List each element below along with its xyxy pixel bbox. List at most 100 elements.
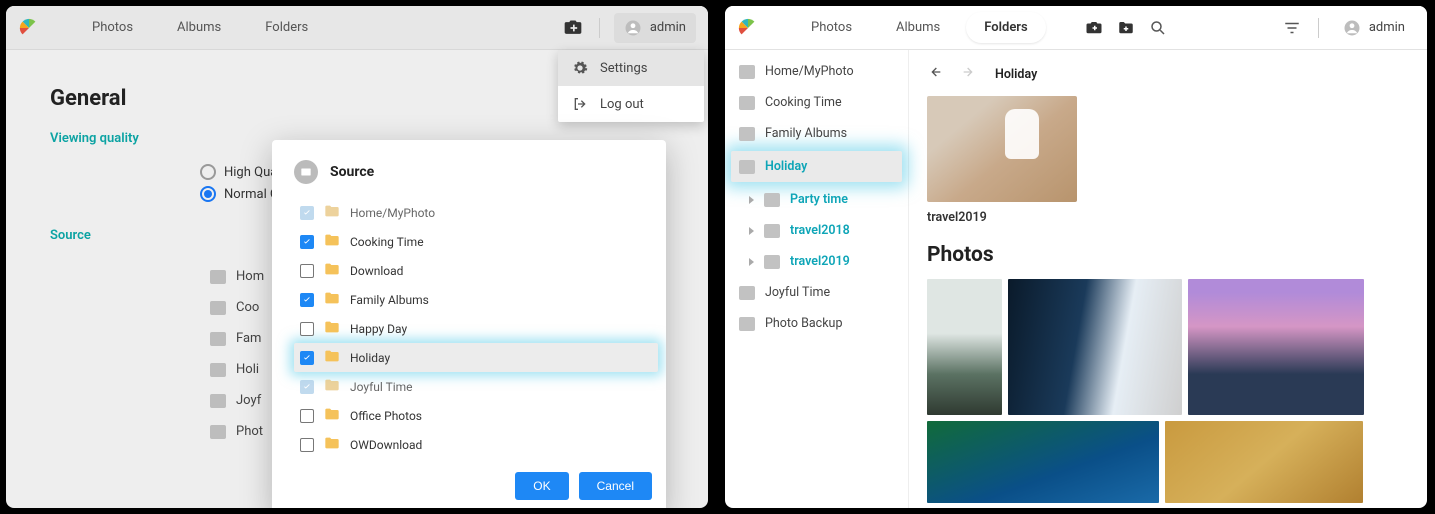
nav-albums[interactable]: Albums xyxy=(159,12,239,43)
folder-label: Office Photos xyxy=(350,409,422,423)
radio-icon xyxy=(200,186,216,202)
new-folder-icon[interactable] xyxy=(1114,16,1138,40)
source-folder-row[interactable]: Family Albums xyxy=(294,285,658,314)
folder-label: Home/MyPhoto xyxy=(350,206,435,220)
settings-window: Photos Albums Folders admin Settings Log… xyxy=(6,6,708,508)
sidebar-folder-item[interactable]: Party time xyxy=(725,184,908,215)
folder-icon xyxy=(210,363,226,377)
user-dropdown: Settings Log out xyxy=(558,50,704,122)
user-menu-button[interactable]: admin xyxy=(614,13,696,43)
source-folder-row[interactable]: Happy Day xyxy=(294,314,658,343)
sidebar-item-label: travel2019 xyxy=(790,254,850,269)
sidebar-folder-item[interactable]: Family Albums xyxy=(725,118,908,149)
checkbox[interactable] xyxy=(300,351,314,365)
source-folder-row[interactable]: Download xyxy=(294,256,658,285)
folder-label: OWDownload xyxy=(350,438,422,452)
source-folder-row[interactable]: Cooking Time xyxy=(294,227,658,256)
sidebar-item-label: Home/MyPhoto xyxy=(765,64,854,79)
settings-menu-item[interactable]: Settings xyxy=(558,50,704,86)
sidebar-folder-item[interactable]: Joyful Time xyxy=(725,277,908,308)
checkbox[interactable] xyxy=(300,409,314,423)
user-name: admin xyxy=(650,20,686,35)
app-logo-icon xyxy=(18,17,40,39)
nav-photos[interactable]: Photos xyxy=(74,12,151,43)
sidebar-item-label: Holiday xyxy=(765,159,807,174)
source-folder-row[interactable]: Joyful Time xyxy=(294,372,658,401)
dialog-body[interactable]: Home/MyPhoto Cooking Time Download Family A… xyxy=(272,196,666,462)
folder-main: Holiday travel2019 Photos xyxy=(909,50,1427,508)
source-dialog-icon xyxy=(294,160,318,184)
folder-icon xyxy=(324,204,340,221)
folder-icon xyxy=(324,349,340,366)
checkbox[interactable] xyxy=(300,206,314,220)
folder-icon xyxy=(210,425,226,439)
subfolder-tile[interactable]: travel2019 xyxy=(927,96,1077,225)
checkbox[interactable] xyxy=(300,322,314,336)
subfolder-thumbnail xyxy=(927,96,1077,202)
folder-icon xyxy=(210,394,226,408)
dialog-title: Source xyxy=(330,164,374,180)
checkbox[interactable] xyxy=(300,264,314,278)
folder-label: Cooking Time xyxy=(350,235,424,249)
folder-icon xyxy=(324,291,340,308)
sidebar-folder-item[interactable]: Home/MyPhoto xyxy=(725,56,908,87)
photo-thumbnail[interactable] xyxy=(1008,279,1182,415)
folder-icon xyxy=(324,262,340,279)
tree-expand-icon xyxy=(749,258,754,266)
user-menu-button[interactable]: admin xyxy=(1333,13,1415,43)
dialog-header: Source xyxy=(272,140,666,196)
nav-photos[interactable]: Photos xyxy=(793,12,870,43)
breadcrumb-title: Holiday xyxy=(995,67,1037,82)
folders-window: Photos Albums Folders admin Home/MyPhoto… xyxy=(725,6,1427,508)
source-folder-row[interactable]: Holiday xyxy=(294,343,658,372)
checkbox[interactable] xyxy=(300,438,314,452)
folder-icon xyxy=(210,332,226,346)
sidebar-item-label: travel2018 xyxy=(790,223,850,238)
source-folder-row[interactable]: OWDownload xyxy=(294,430,658,459)
folder-label: Happy Day xyxy=(350,322,407,336)
folder-icon xyxy=(324,436,340,453)
sidebar-item-label: Family Albums xyxy=(765,126,847,141)
nav-albums[interactable]: Albums xyxy=(878,12,958,43)
checkbox[interactable] xyxy=(300,293,314,307)
breadcrumb-bar: Holiday xyxy=(927,60,1409,96)
folder-sidebar: Home/MyPhoto Cooking Time Family Albums Hol… xyxy=(725,50,909,508)
upload-photo-icon[interactable] xyxy=(1082,16,1106,40)
folder-icon xyxy=(324,320,340,337)
folder-icon xyxy=(764,193,780,207)
photo-thumbnail[interactable] xyxy=(1165,421,1363,503)
source-folder-row[interactable]: Home/MyPhoto xyxy=(294,198,658,227)
folder-label: Family Albums xyxy=(350,293,429,307)
checkbox[interactable] xyxy=(300,380,314,394)
folder-icon xyxy=(324,407,340,424)
ok-button[interactable]: OK xyxy=(515,472,568,500)
checkbox[interactable] xyxy=(300,235,314,249)
sidebar-item-label: Party time xyxy=(790,192,848,207)
folder-icon xyxy=(764,224,780,238)
photo-thumbnail[interactable] xyxy=(927,279,1002,415)
folder-icon xyxy=(210,270,226,284)
sidebar-folder-item[interactable]: Holiday xyxy=(731,151,902,182)
logout-menu-item[interactable]: Log out xyxy=(558,86,704,122)
upload-photo-icon[interactable] xyxy=(561,16,585,40)
nav-folders[interactable]: Folders xyxy=(966,12,1045,43)
sidebar-folder-item[interactable]: travel2018 xyxy=(725,215,908,246)
source-folder-row[interactable]: Office Photos xyxy=(294,401,658,430)
user-name: admin xyxy=(1369,20,1405,35)
search-icon[interactable] xyxy=(1146,16,1170,40)
forward-arrow-icon xyxy=(961,64,977,84)
tree-expand-icon xyxy=(749,196,754,204)
folder-icon xyxy=(739,317,755,331)
nav-folders[interactable]: Folders xyxy=(247,12,326,43)
photo-thumbnail[interactable] xyxy=(1188,279,1364,415)
topbar: Photos Albums Folders admin xyxy=(725,6,1427,50)
sidebar-folder-item[interactable]: Cooking Time xyxy=(725,87,908,118)
sidebar-folder-item[interactable]: Photo Backup xyxy=(725,308,908,339)
folder-icon xyxy=(324,233,340,250)
folder-icon xyxy=(739,65,755,79)
back-arrow-icon[interactable] xyxy=(927,64,943,84)
sidebar-folder-item[interactable]: travel2019 xyxy=(725,246,908,277)
cancel-button[interactable]: Cancel xyxy=(579,472,652,500)
filter-icon[interactable] xyxy=(1280,16,1304,40)
photo-thumbnail[interactable] xyxy=(927,421,1159,503)
